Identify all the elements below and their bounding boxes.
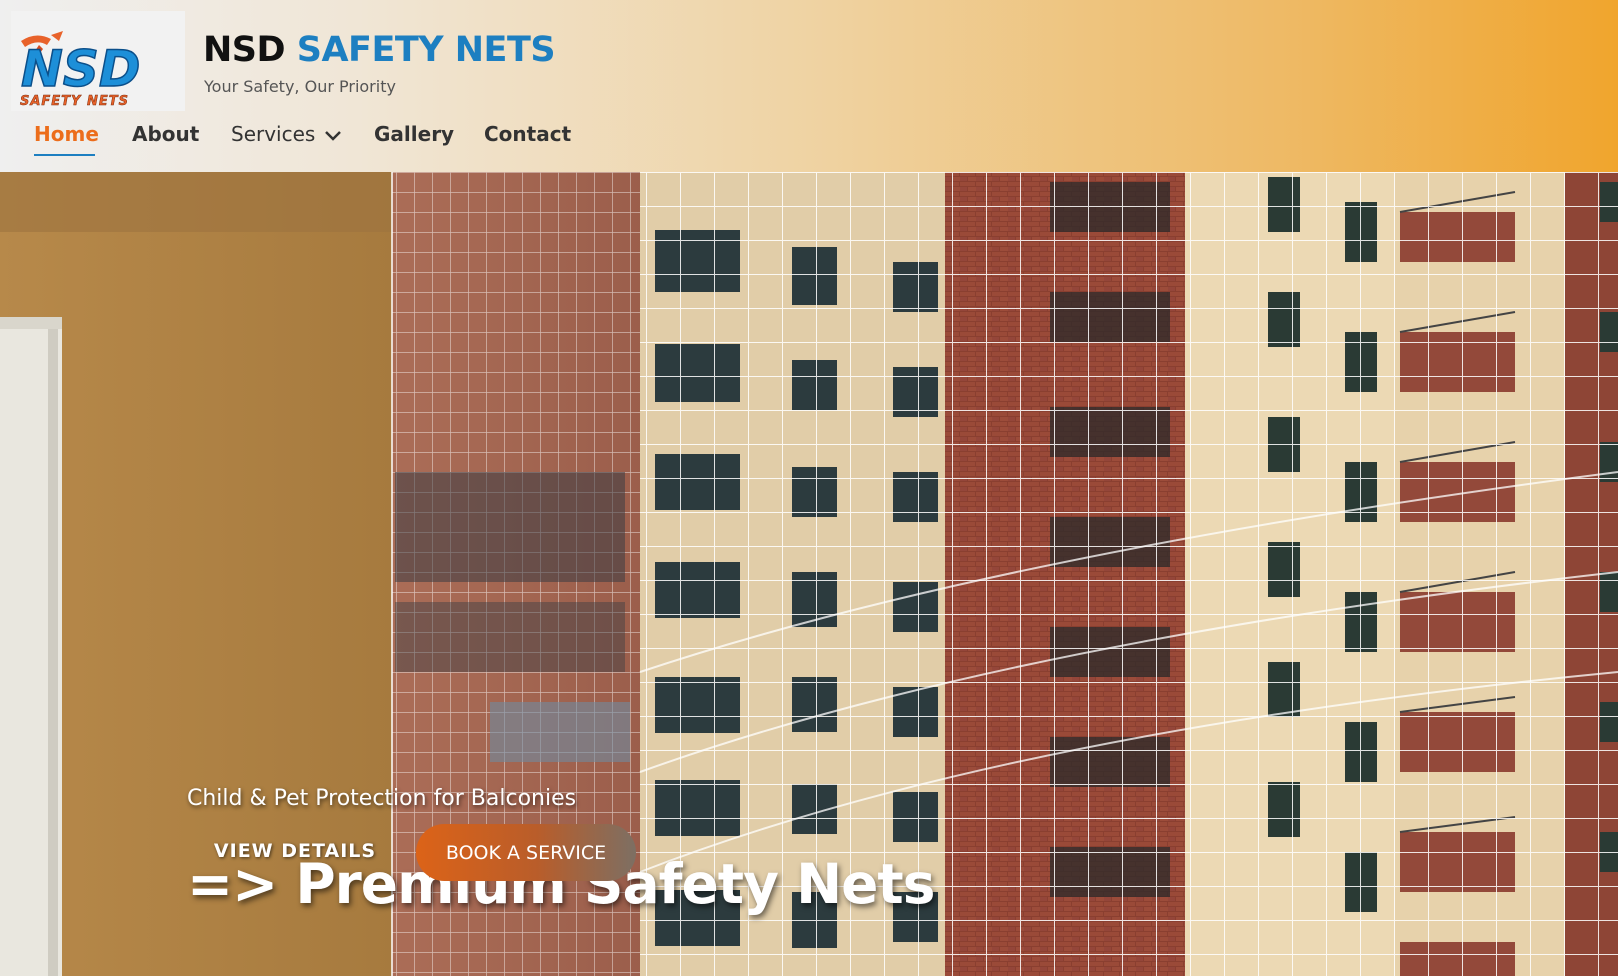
nav-services-label: Services (231, 122, 316, 146)
nav-gallery[interactable]: Gallery (374, 122, 454, 146)
logo-icon: NSD SAFETY NETS (20, 31, 141, 109)
brand-title[interactable]: NSD SAFETY NETS (203, 30, 556, 70)
hero-subtitle: Child & Pet Protection for Balconies (187, 786, 577, 811)
nav-contact-label: Contact (484, 122, 572, 146)
view-details-button[interactable]: VIEW DETAILS (210, 826, 380, 876)
nav-about-label: About (132, 122, 200, 146)
nav-contact[interactable]: Contact (484, 122, 571, 146)
nav-gallery-label: Gallery (374, 122, 455, 146)
nav-services[interactable]: Services (231, 122, 342, 146)
nav-home-label: Home (34, 122, 99, 146)
chevron-down-icon (324, 130, 341, 141)
book-service-button[interactable]: BOOK A SERVICE (416, 824, 636, 881)
site-header: NSD SAFETY NETS NSD SAFETY NETS Your Saf… (0, 0, 1618, 172)
svg-text:SAFETY NETS: SAFETY NETS (20, 94, 129, 109)
svg-text:NSD: NSD (21, 40, 140, 98)
brand-tagline: Your Safety, Our Priority (204, 77, 396, 96)
active-underline (34, 154, 95, 156)
nav-about[interactable]: About (132, 122, 199, 146)
brand-title-part2: SAFETY NETS (296, 30, 556, 70)
nav-home[interactable]: Home (34, 122, 99, 156)
site-logo[interactable]: NSD SAFETY NETS (11, 11, 185, 111)
brand-title-part1: NSD (203, 30, 286, 70)
